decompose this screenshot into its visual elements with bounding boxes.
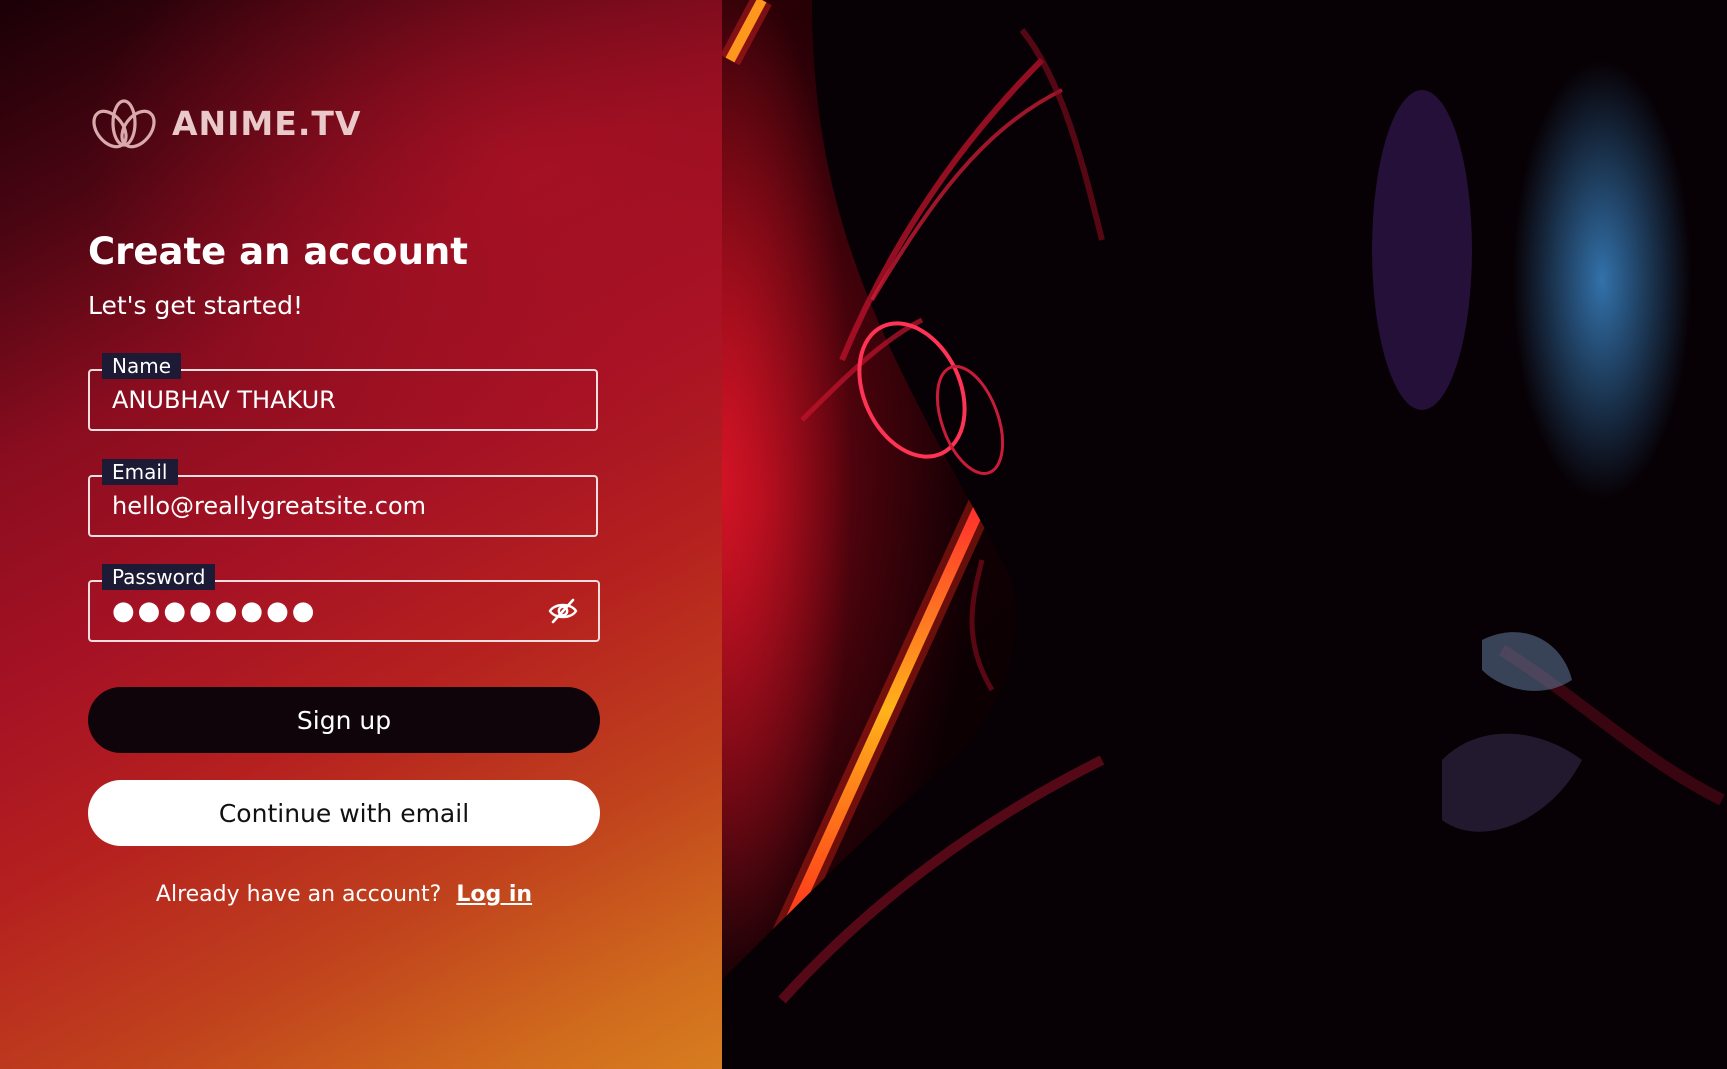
continue-with-email-button[interactable]: Continue with email (88, 780, 600, 846)
login-prompt-text: Already have an account? (155, 882, 442, 907)
signup-page: ANIME.TV Create an account Let's get sta… (0, 0, 1727, 1069)
page-title: Create an account (88, 230, 468, 273)
name-input[interactable] (112, 371, 552, 429)
login-prompt: Already have an account? Log in (88, 882, 600, 907)
name-field: Name (88, 353, 598, 431)
password-field: Password ●●●●●●●● (88, 564, 600, 642)
lotus-icon (92, 99, 156, 149)
email-input[interactable] (112, 477, 552, 535)
password-input[interactable]: ●●●●●●●● (112, 582, 318, 640)
signup-panel: ANIME.TV Create an account Let's get sta… (0, 0, 722, 1069)
eye-off-icon[interactable] (548, 598, 578, 624)
page-subtitle: Let's get started! (88, 291, 304, 320)
email-field: Email (88, 459, 598, 537)
signup-button[interactable]: Sign up (88, 687, 600, 753)
brand-name: ANIME.TV (172, 103, 362, 143)
anime-character-photo (722, 0, 1727, 1069)
login-link[interactable]: Log in (456, 882, 532, 907)
hero-image (722, 0, 1727, 1069)
brand-logo[interactable]: ANIME.TV (88, 93, 361, 153)
